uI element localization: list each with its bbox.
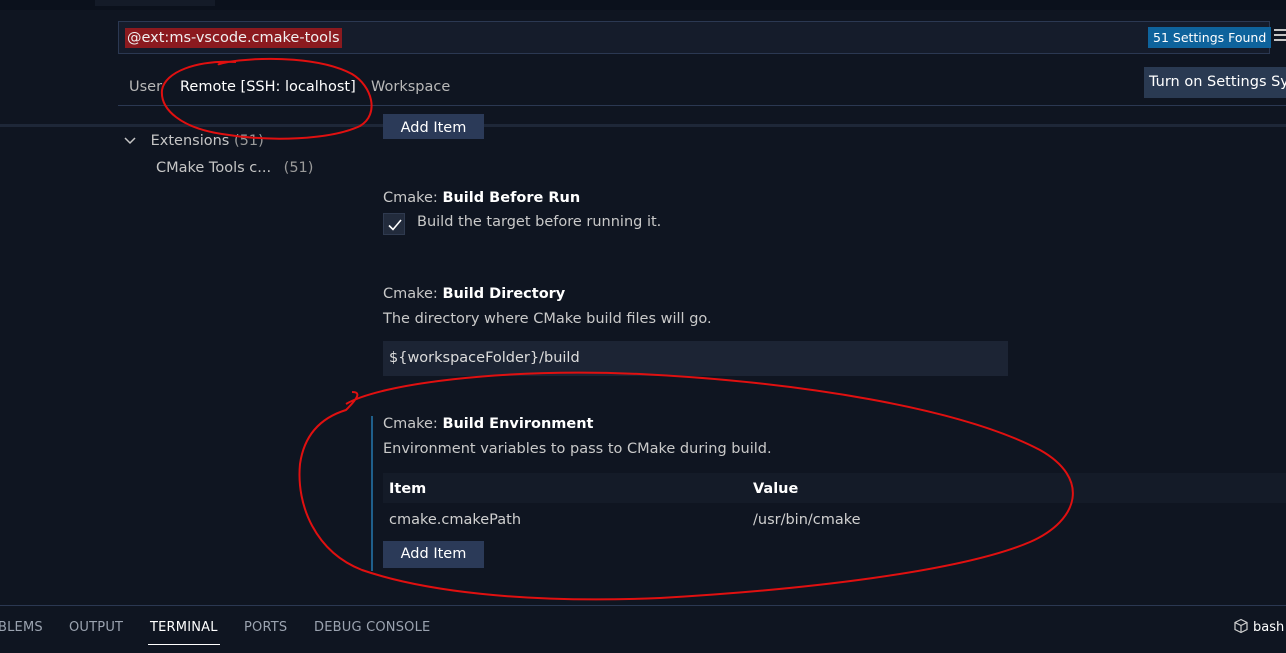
toc-group-count: (51) [233,133,264,149]
settings-editor: @ext:ms-vscode.cmake-tools 51 Settings F… [0,0,1286,653]
turn-on-settings-sync-button[interactable]: Turn on Settings Sy [1144,67,1286,98]
row-item-key: cmake.cmakePath [389,512,522,528]
toc-item-count: (51) [283,160,314,176]
tab-problems[interactable]: BLEMS [0,612,43,645]
settings-found-badge: 51 Settings Found [1148,27,1272,48]
tab-ports[interactable]: PORTS [244,612,287,645]
tab-debug-console[interactable]: DEBUG CONSOLE [314,612,430,645]
build-environment-description: Environment variables to pass to CMake d… [383,441,772,457]
panel-divider [0,605,1286,606]
build-directory-input[interactable] [383,341,1008,376]
setting-title-build-directory: Cmake: Build Directory [383,286,566,302]
tab-workspace[interactable]: Workspace [369,70,452,106]
table-row[interactable]: cmake.cmakePath /usr/bin/cmake [383,505,1286,535]
build-before-run-checkbox[interactable] [383,213,405,235]
row-item-value: /usr/bin/cmake [753,512,861,528]
tab-output[interactable]: OUTPUT [69,612,123,645]
setting-title-build-before-run: Cmake: Build Before Run [383,190,581,206]
terminal-label: bash [1253,620,1285,635]
add-item-button-previous[interactable]: Add Item [383,114,484,139]
toc-extensions-group[interactable]: Extensions (51) [124,130,264,152]
toc-group-label: Extensions [150,133,230,149]
setting-title-build-environment: Cmake: Build Environment [383,416,594,432]
filter-icon[interactable] [1274,29,1286,45]
toc-item-label: CMake Tools c... [156,160,272,176]
tab-remote[interactable]: Remote [SSH: localhost] [178,70,358,106]
focused-setting-indicator [371,416,373,571]
build-environment-table-header: Item Value [383,473,1286,503]
chevron-down-icon [124,131,146,153]
terminal-selector[interactable]: bash [1233,617,1284,639]
tab-user[interactable]: User [127,70,164,106]
editor-tab[interactable] [95,0,215,6]
search-query-text: @ext:ms-vscode.cmake-tools [125,28,342,48]
terminal-cube-icon [1234,618,1248,634]
toc-item-cmake-tools[interactable]: CMake Tools c... (51) [156,157,313,179]
column-header-item: Item [389,481,427,497]
settings-search-input[interactable]: @ext:ms-vscode.cmake-tools [118,21,1270,54]
column-header-value: Value [753,481,799,497]
checkmark-icon [388,219,402,231]
build-directory-description: The directory where CMake build files wi… [383,311,712,327]
build-before-run-description: Build the target before running it. [417,214,662,230]
add-item-button[interactable]: Add Item [383,541,484,568]
header-divider [0,124,1286,127]
editor-tab-strip [0,0,1286,10]
tab-terminal[interactable]: TERMINAL [148,612,220,645]
scope-tabs-divider [118,105,1286,106]
